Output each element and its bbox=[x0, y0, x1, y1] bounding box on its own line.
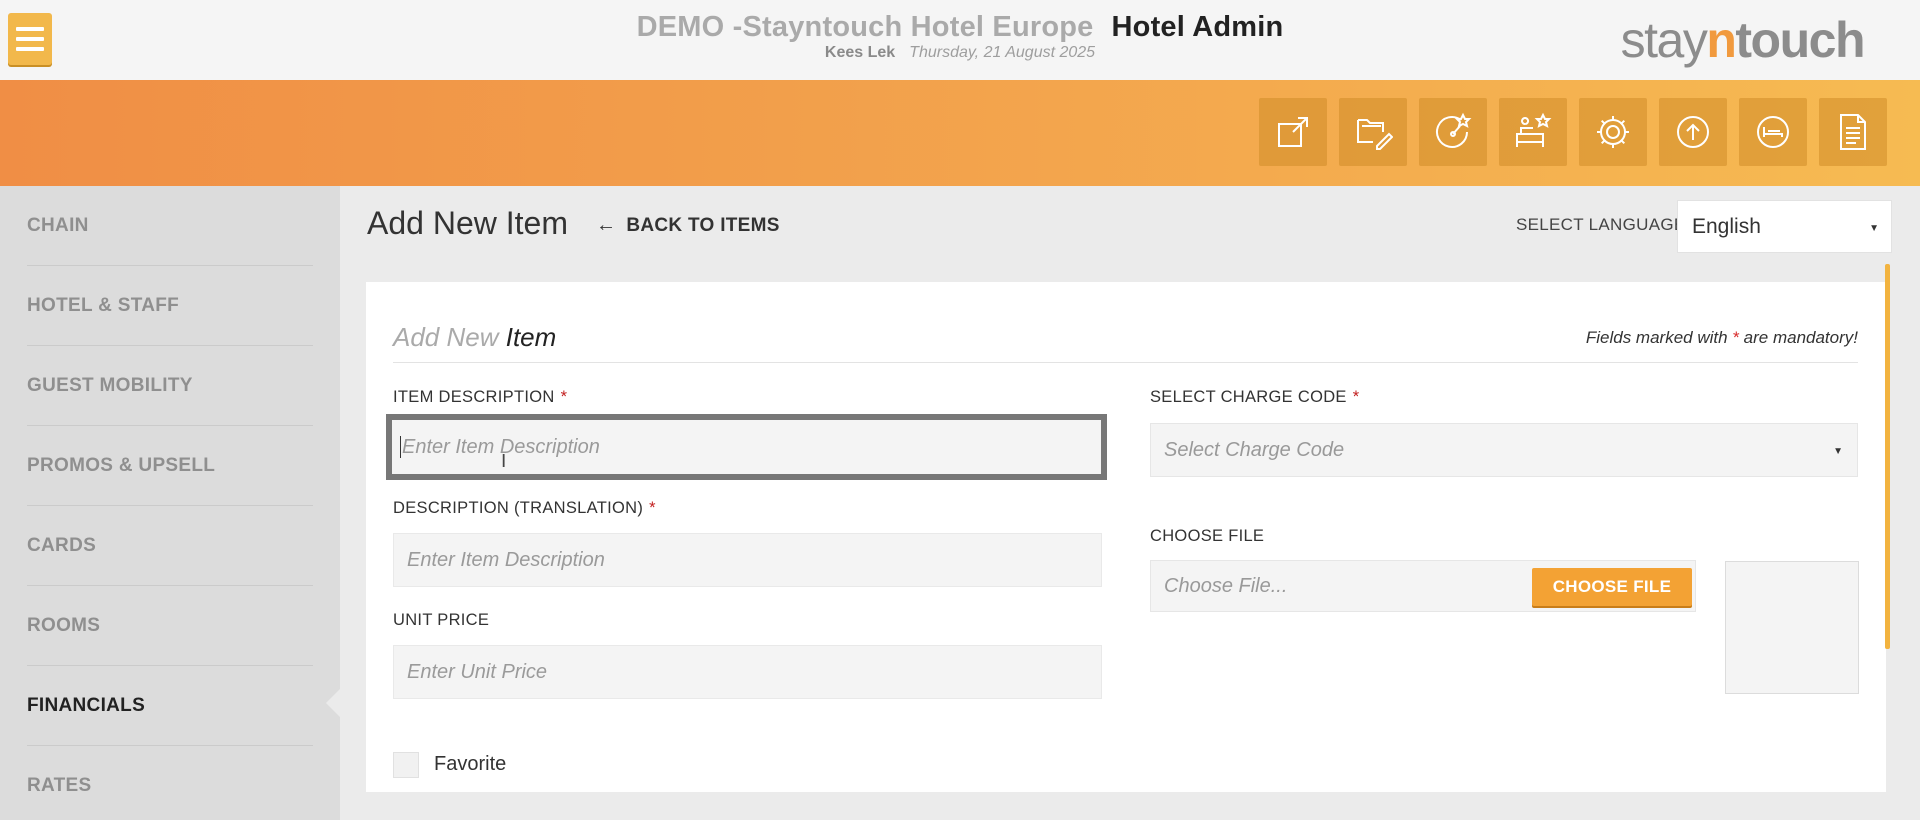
description-translation-input[interactable]: Enter Item Description bbox=[393, 533, 1102, 587]
sidebar-item-cards[interactable]: CARDS bbox=[27, 506, 313, 586]
charge-code-placeholder: Select Charge Code bbox=[1164, 438, 1345, 461]
item-description-label: ITEM DESCRIPTION * bbox=[393, 388, 567, 407]
label-text: DESCRIPTION (TRANSLATION) bbox=[393, 499, 644, 517]
upload-circle-icon bbox=[1677, 116, 1709, 148]
current-date: Thursday, 21 August 2025 bbox=[909, 44, 1096, 61]
sidebar: CHAIN HOTEL & STAFF GUEST MOBILITY PROMO… bbox=[0, 186, 340, 820]
divider bbox=[393, 362, 1858, 363]
arrow-left-icon: ← bbox=[596, 214, 617, 236]
label-text: UNIT PRICE bbox=[393, 611, 490, 629]
label-text: CHOOSE FILE bbox=[1150, 527, 1265, 545]
folder-edit-icon bbox=[1357, 119, 1393, 150]
mandatory-note-before: Fields marked with bbox=[1585, 328, 1728, 347]
sidebar-item-rates[interactable]: RATES bbox=[27, 746, 313, 820]
required-star: * bbox=[1732, 328, 1739, 347]
dashboard-star-button[interactable] bbox=[1419, 98, 1487, 166]
language-label: SELECT LANGUAGE bbox=[1516, 215, 1686, 234]
label-text: ITEM DESCRIPTION bbox=[393, 388, 555, 406]
language-select[interactable]: English ▼ bbox=[1677, 200, 1892, 253]
active-indicator-arrow bbox=[326, 689, 340, 717]
choose-file-label: CHOOSE FILE bbox=[1150, 527, 1264, 546]
text-cursor bbox=[400, 436, 401, 458]
form-title: Add New Item bbox=[393, 322, 556, 353]
menu-bar bbox=[16, 27, 44, 31]
description-translation-label: DESCRIPTION (TRANSLATION) * bbox=[393, 499, 656, 518]
hotel-name: DEMO -Stayntouch Hotel Europe bbox=[636, 11, 1094, 43]
dashboard-star-icon bbox=[1436, 112, 1472, 148]
sidebar-item-chain[interactable]: CHAIN bbox=[27, 186, 313, 266]
back-to-items-link[interactable]: ← BACK TO ITEMS bbox=[596, 214, 780, 237]
back-link-label: BACK TO ITEMS bbox=[626, 214, 780, 236]
bed-circle-icon bbox=[1757, 116, 1789, 148]
hamburger-menu-icon[interactable] bbox=[8, 13, 52, 65]
document-icon bbox=[1840, 114, 1866, 150]
unit-price-label: UNIT PRICE bbox=[393, 611, 489, 630]
required-star: * bbox=[649, 499, 656, 517]
required-star: * bbox=[560, 388, 568, 406]
label-text: SELECT CHARGE CODE bbox=[1150, 388, 1347, 406]
file-preview bbox=[1725, 561, 1859, 694]
upload-button[interactable] bbox=[1659, 98, 1727, 166]
sofa-star-button[interactable] bbox=[1499, 98, 1567, 166]
charge-code-select[interactable]: Select Charge Code ▼ bbox=[1150, 423, 1858, 477]
sidebar-item-promos-upsell[interactable]: PROMOS & UPSELL bbox=[27, 426, 313, 506]
caret-down-icon: ▼ bbox=[1869, 223, 1879, 234]
sidebar-item-hotel-staff[interactable]: HOTEL & STAFF bbox=[27, 266, 313, 346]
sofa-star-icon bbox=[1516, 112, 1552, 147]
item-description-placeholder: Enter Item Description bbox=[402, 435, 600, 458]
external-link-icon bbox=[1278, 117, 1308, 147]
settings-button[interactable] bbox=[1579, 98, 1647, 166]
document-button[interactable] bbox=[1819, 98, 1887, 166]
mandatory-note-after: are mandatory! bbox=[1743, 328, 1858, 347]
logo-part: stay bbox=[1620, 12, 1708, 68]
menu-bar bbox=[16, 47, 44, 51]
bed-button[interactable] bbox=[1739, 98, 1807, 166]
favorite-label: Favorite bbox=[434, 753, 507, 775]
settings-gear-icon bbox=[1597, 116, 1629, 148]
menu-bar bbox=[16, 37, 44, 41]
mandatory-note: Fields marked with * are mandatory! bbox=[1586, 328, 1858, 348]
favorite-checkbox[interactable] bbox=[393, 752, 419, 778]
file-path-placeholder: Choose File... bbox=[1164, 574, 1288, 597]
toolbar-band bbox=[0, 80, 1920, 186]
form-title-prefix: Add New bbox=[393, 322, 499, 352]
sidebar-item-financials[interactable]: FINANCIALS bbox=[27, 666, 313, 746]
logo-part: n bbox=[1706, 12, 1737, 68]
scrollbar[interactable] bbox=[1885, 264, 1890, 649]
folder-edit-button[interactable] bbox=[1339, 98, 1407, 166]
external-link-button[interactable] bbox=[1259, 98, 1327, 166]
unit-price-input[interactable]: Enter Unit Price bbox=[393, 645, 1102, 699]
sidebar-item-rooms[interactable]: ROOMS bbox=[27, 586, 313, 666]
brand-logo: stayntouch bbox=[1620, 12, 1866, 68]
choose-file-button[interactable]: CHOOSE FILE bbox=[1532, 568, 1692, 606]
top-header: DEMO -Stayntouch Hotel Europe Hotel Admin… bbox=[0, 0, 1920, 80]
user-name: Kees Lek bbox=[824, 44, 896, 61]
charge-code-label: SELECT CHARGE CODE * bbox=[1150, 388, 1359, 407]
required-star: * bbox=[1352, 388, 1360, 406]
caret-down-icon: ▼ bbox=[1833, 446, 1843, 457]
item-description-input[interactable]: Enter Item Description bbox=[386, 414, 1107, 480]
form-title-strong: Item bbox=[505, 322, 557, 352]
app-name: Hotel Admin bbox=[1111, 11, 1284, 43]
logo-part: touch bbox=[1735, 12, 1865, 68]
language-value: English bbox=[1692, 214, 1761, 238]
description-translation-placeholder: Enter Item Description bbox=[407, 548, 605, 571]
unit-price-placeholder: Enter Unit Price bbox=[407, 660, 548, 683]
sidebar-item-guest-mobility[interactable]: GUEST MOBILITY bbox=[27, 346, 313, 426]
page-title: Add New Item bbox=[367, 205, 568, 241]
